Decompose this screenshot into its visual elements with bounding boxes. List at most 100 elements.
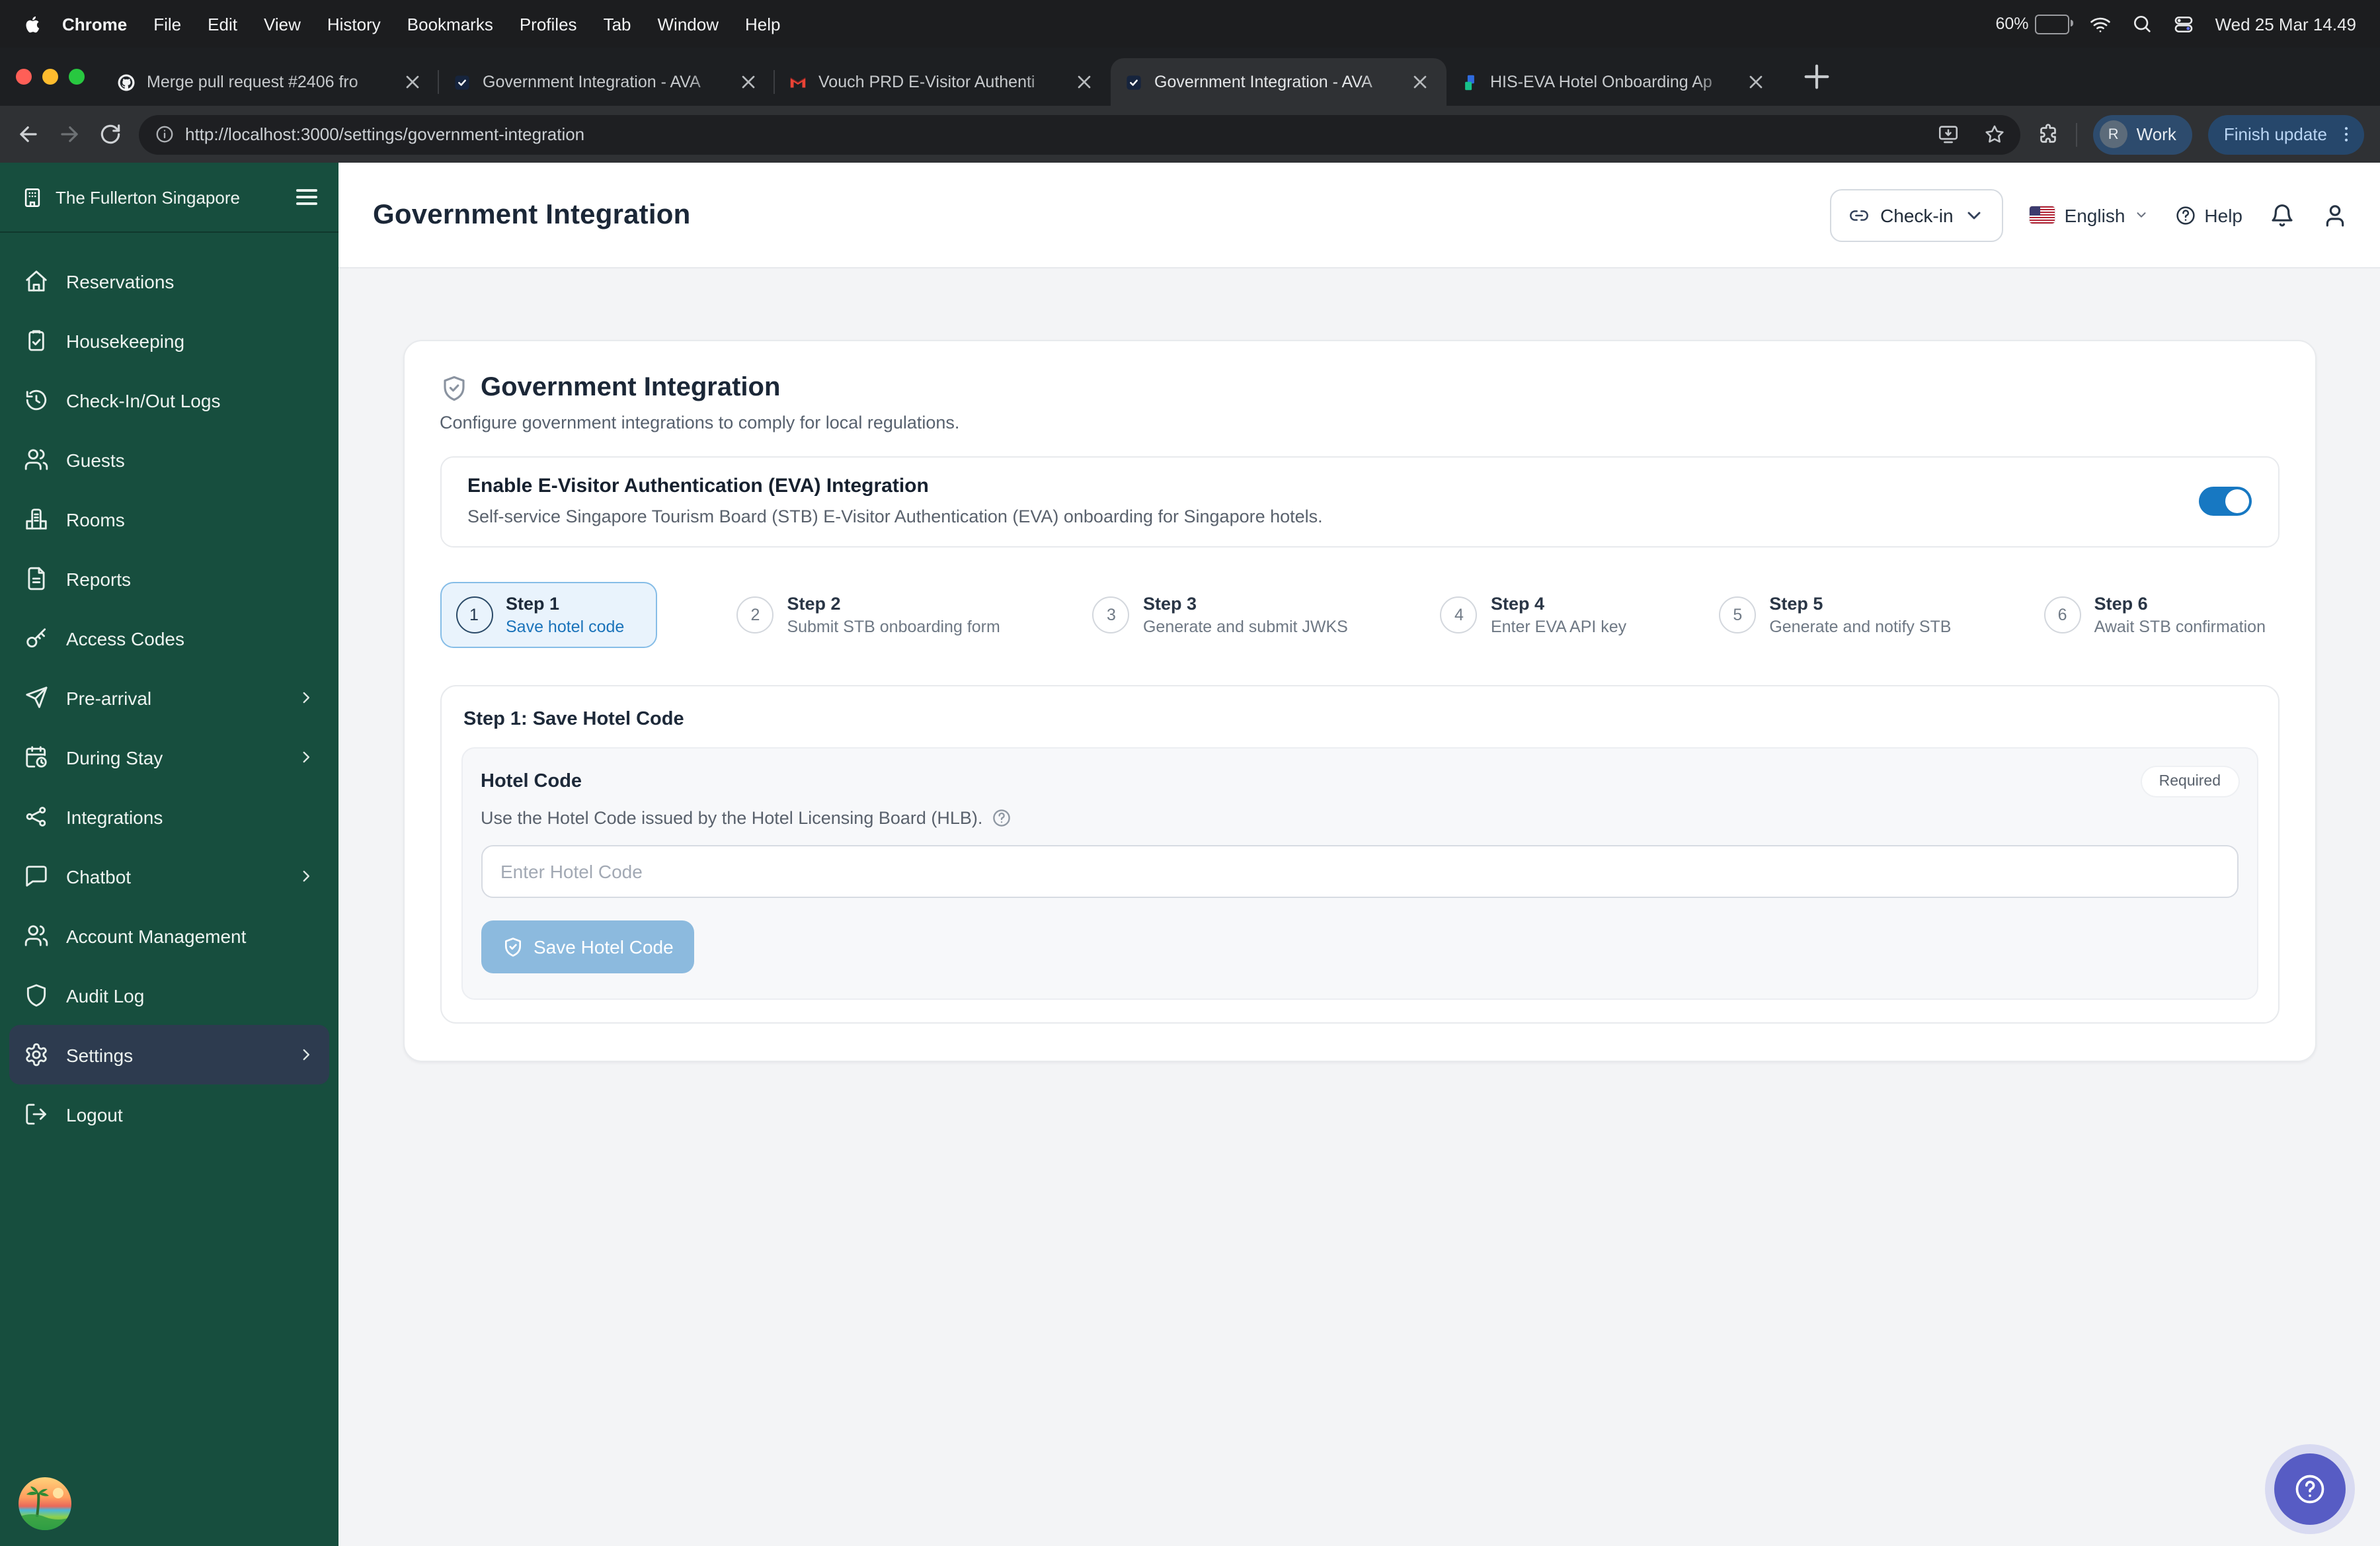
clipboard-check-icon (24, 328, 49, 353)
search-icon[interactable] (2132, 13, 2153, 34)
sidebar-item[interactable]: Account Management (9, 906, 329, 965)
battery-icon (2035, 14, 2074, 34)
tab-title: Government Integration - AVA (1154, 73, 1372, 91)
browser-tab[interactable]: Government Integration - AVA (438, 58, 775, 106)
back-icon[interactable] (16, 122, 41, 147)
sidebar-item[interactable]: Reports (9, 549, 329, 608)
window-close-button[interactable] (16, 69, 32, 85)
sidebar-item-label: During Stay (66, 747, 163, 768)
step-number: 4 (1440, 596, 1478, 633)
address-bar[interactable]: http://localhost:3000/settings/governmen… (139, 114, 2020, 154)
user-avatar[interactable] (19, 1477, 71, 1530)
menubar-item[interactable]: Profiles (506, 14, 590, 34)
battery-indicator[interactable]: 60% (1996, 14, 2074, 34)
site-info-icon[interactable] (155, 124, 175, 144)
profile-button[interactable]: R Work (2092, 114, 2192, 154)
browser-tab[interactable]: Government Integration - AVA (1111, 58, 1447, 106)
menubar-item[interactable]: File (140, 14, 194, 34)
sidebar-item[interactable]: Guests (9, 430, 329, 489)
hotel-icon (24, 507, 49, 532)
hiseva-icon (1460, 72, 1480, 92)
sidebar-item[interactable]: During Stay (9, 727, 329, 787)
sidebar-item[interactable]: Audit Log (9, 965, 329, 1025)
sidebar-item[interactable]: Settings (9, 1025, 329, 1084)
window-minimize-button[interactable] (42, 69, 58, 85)
sidebar-item-label: Settings (66, 1044, 134, 1065)
help-button[interactable]: Help (2175, 204, 2242, 225)
stepper-step[interactable]: 1 Step 1 Save hotel code (440, 582, 658, 648)
vouch-icon (452, 72, 472, 92)
menubar-item[interactable]: Chrome (49, 14, 140, 34)
chrome-toolbar: http://localhost:3000/settings/governmen… (0, 106, 2380, 163)
new-tab-button[interactable] (1790, 50, 1843, 103)
sidebar-collapse-icon[interactable] (296, 189, 317, 205)
sidebar-item[interactable]: Pre-arrival (9, 668, 329, 727)
browser-tab[interactable]: Vouch PRD E-Visitor Authenti (774, 58, 1111, 106)
sidebar-item[interactable]: Chatbot (9, 846, 329, 906)
checkin-dropdown-button[interactable]: Check-in (1830, 188, 2004, 241)
window-zoom-button[interactable] (69, 69, 85, 85)
menubar-item[interactable]: Help (732, 14, 794, 34)
stepper-step[interactable]: 4 Step 4 Enter EVA API key (1427, 583, 1640, 647)
tab-close-icon[interactable] (1743, 69, 1769, 95)
tab-close-icon[interactable] (399, 69, 426, 95)
install-app-icon[interactable] (1937, 123, 1960, 145)
help-tooltip-icon[interactable] (992, 808, 1012, 828)
sidebar-item[interactable]: Reservations (9, 251, 329, 311)
tab-close-icon[interactable] (1407, 69, 1433, 95)
stepper-step[interactable]: 3 Step 3 Generate and submit JWKS (1080, 583, 1361, 647)
sidebar-item[interactable]: Check-In/Out Logs (9, 370, 329, 430)
eva-toggle[interactable] (2198, 486, 2251, 515)
hotel-code-description: Use the Hotel Code issued by the Hotel L… (481, 808, 983, 828)
apple-icon[interactable] (24, 13, 44, 35)
language-selector[interactable]: English (2030, 204, 2149, 225)
browser-tab[interactable]: Merge pull request #2406 fro (103, 58, 439, 106)
account-user-icon[interactable] (2322, 202, 2348, 228)
sidebar-item[interactable]: Rooms (9, 489, 329, 549)
hotel-code-input[interactable] (481, 845, 2238, 898)
browser-tab[interactable]: HIS-EVA Hotel Onboarding Ap (1447, 58, 1782, 106)
language-label: English (2064, 204, 2125, 225)
sidebar-item-label: Integrations (66, 806, 163, 827)
reload-icon[interactable] (98, 122, 123, 147)
step-title: Step 1 (506, 594, 560, 614)
extensions-icon[interactable] (2036, 122, 2060, 146)
profile-avatar: R (2099, 120, 2127, 148)
menubar-item[interactable]: Window (645, 14, 733, 34)
menubar-item[interactable]: Bookmarks (394, 14, 506, 34)
support-help-fab[interactable] (2274, 1453, 2346, 1525)
save-hotel-code-button[interactable]: Save Hotel Code (481, 920, 695, 973)
sidebar-item-label: Access Codes (66, 628, 184, 649)
tab-close-icon[interactable] (1071, 69, 1097, 95)
hotel-name: The Fullerton Singapore (56, 187, 240, 207)
stepper-step[interactable]: 5 Step 5 Generate and notify STB (1706, 583, 1964, 647)
menubar-item[interactable]: View (251, 14, 314, 34)
menubar-item[interactable]: Edit (194, 14, 251, 34)
step1-heading: Step 1: Save Hotel Code (463, 709, 684, 730)
step-title: Step 6 (2094, 594, 2148, 614)
menubar-clock[interactable]: Wed 25 Mar 14.49 (2215, 14, 2356, 34)
sidebar-item[interactable]: Access Codes (9, 608, 329, 668)
more-menu-icon[interactable] (2336, 124, 2356, 144)
sidebar-item[interactable]: Housekeeping (9, 311, 329, 370)
shield-icon (24, 983, 49, 1008)
stepper-step[interactable]: 6 Step 6 Await STB confirmation (2031, 583, 2279, 647)
sidebar-item[interactable]: Integrations (9, 787, 329, 846)
notifications-bell-icon[interactable] (2269, 202, 2295, 228)
tab-title: Merge pull request #2406 fro (147, 73, 358, 91)
control-center-icon[interactable] (2173, 13, 2196, 35)
menubar-item[interactable]: Tab (590, 14, 645, 34)
stepper-step[interactable]: 2 Step 2 Submit STB onboarding form (723, 583, 1013, 647)
send-icon (24, 685, 49, 710)
bookmark-star-icon[interactable] (1983, 123, 2006, 145)
wifi-icon[interactable] (2090, 13, 2112, 35)
sidebar-item[interactable]: Logout (9, 1084, 329, 1144)
menubar-item[interactable]: History (314, 14, 394, 34)
tab-close-icon[interactable] (735, 69, 762, 95)
finish-update-button[interactable]: Finish update (2207, 114, 2364, 154)
save-button-label: Save Hotel Code (534, 936, 674, 957)
chevron-down-icon (1964, 204, 1985, 225)
forward-icon[interactable] (57, 122, 82, 147)
hotel-code-panel: Hotel Code Required Use the Hotel Code i… (461, 747, 2258, 1000)
step-subtitle: Submit STB onboarding form (787, 618, 1000, 636)
